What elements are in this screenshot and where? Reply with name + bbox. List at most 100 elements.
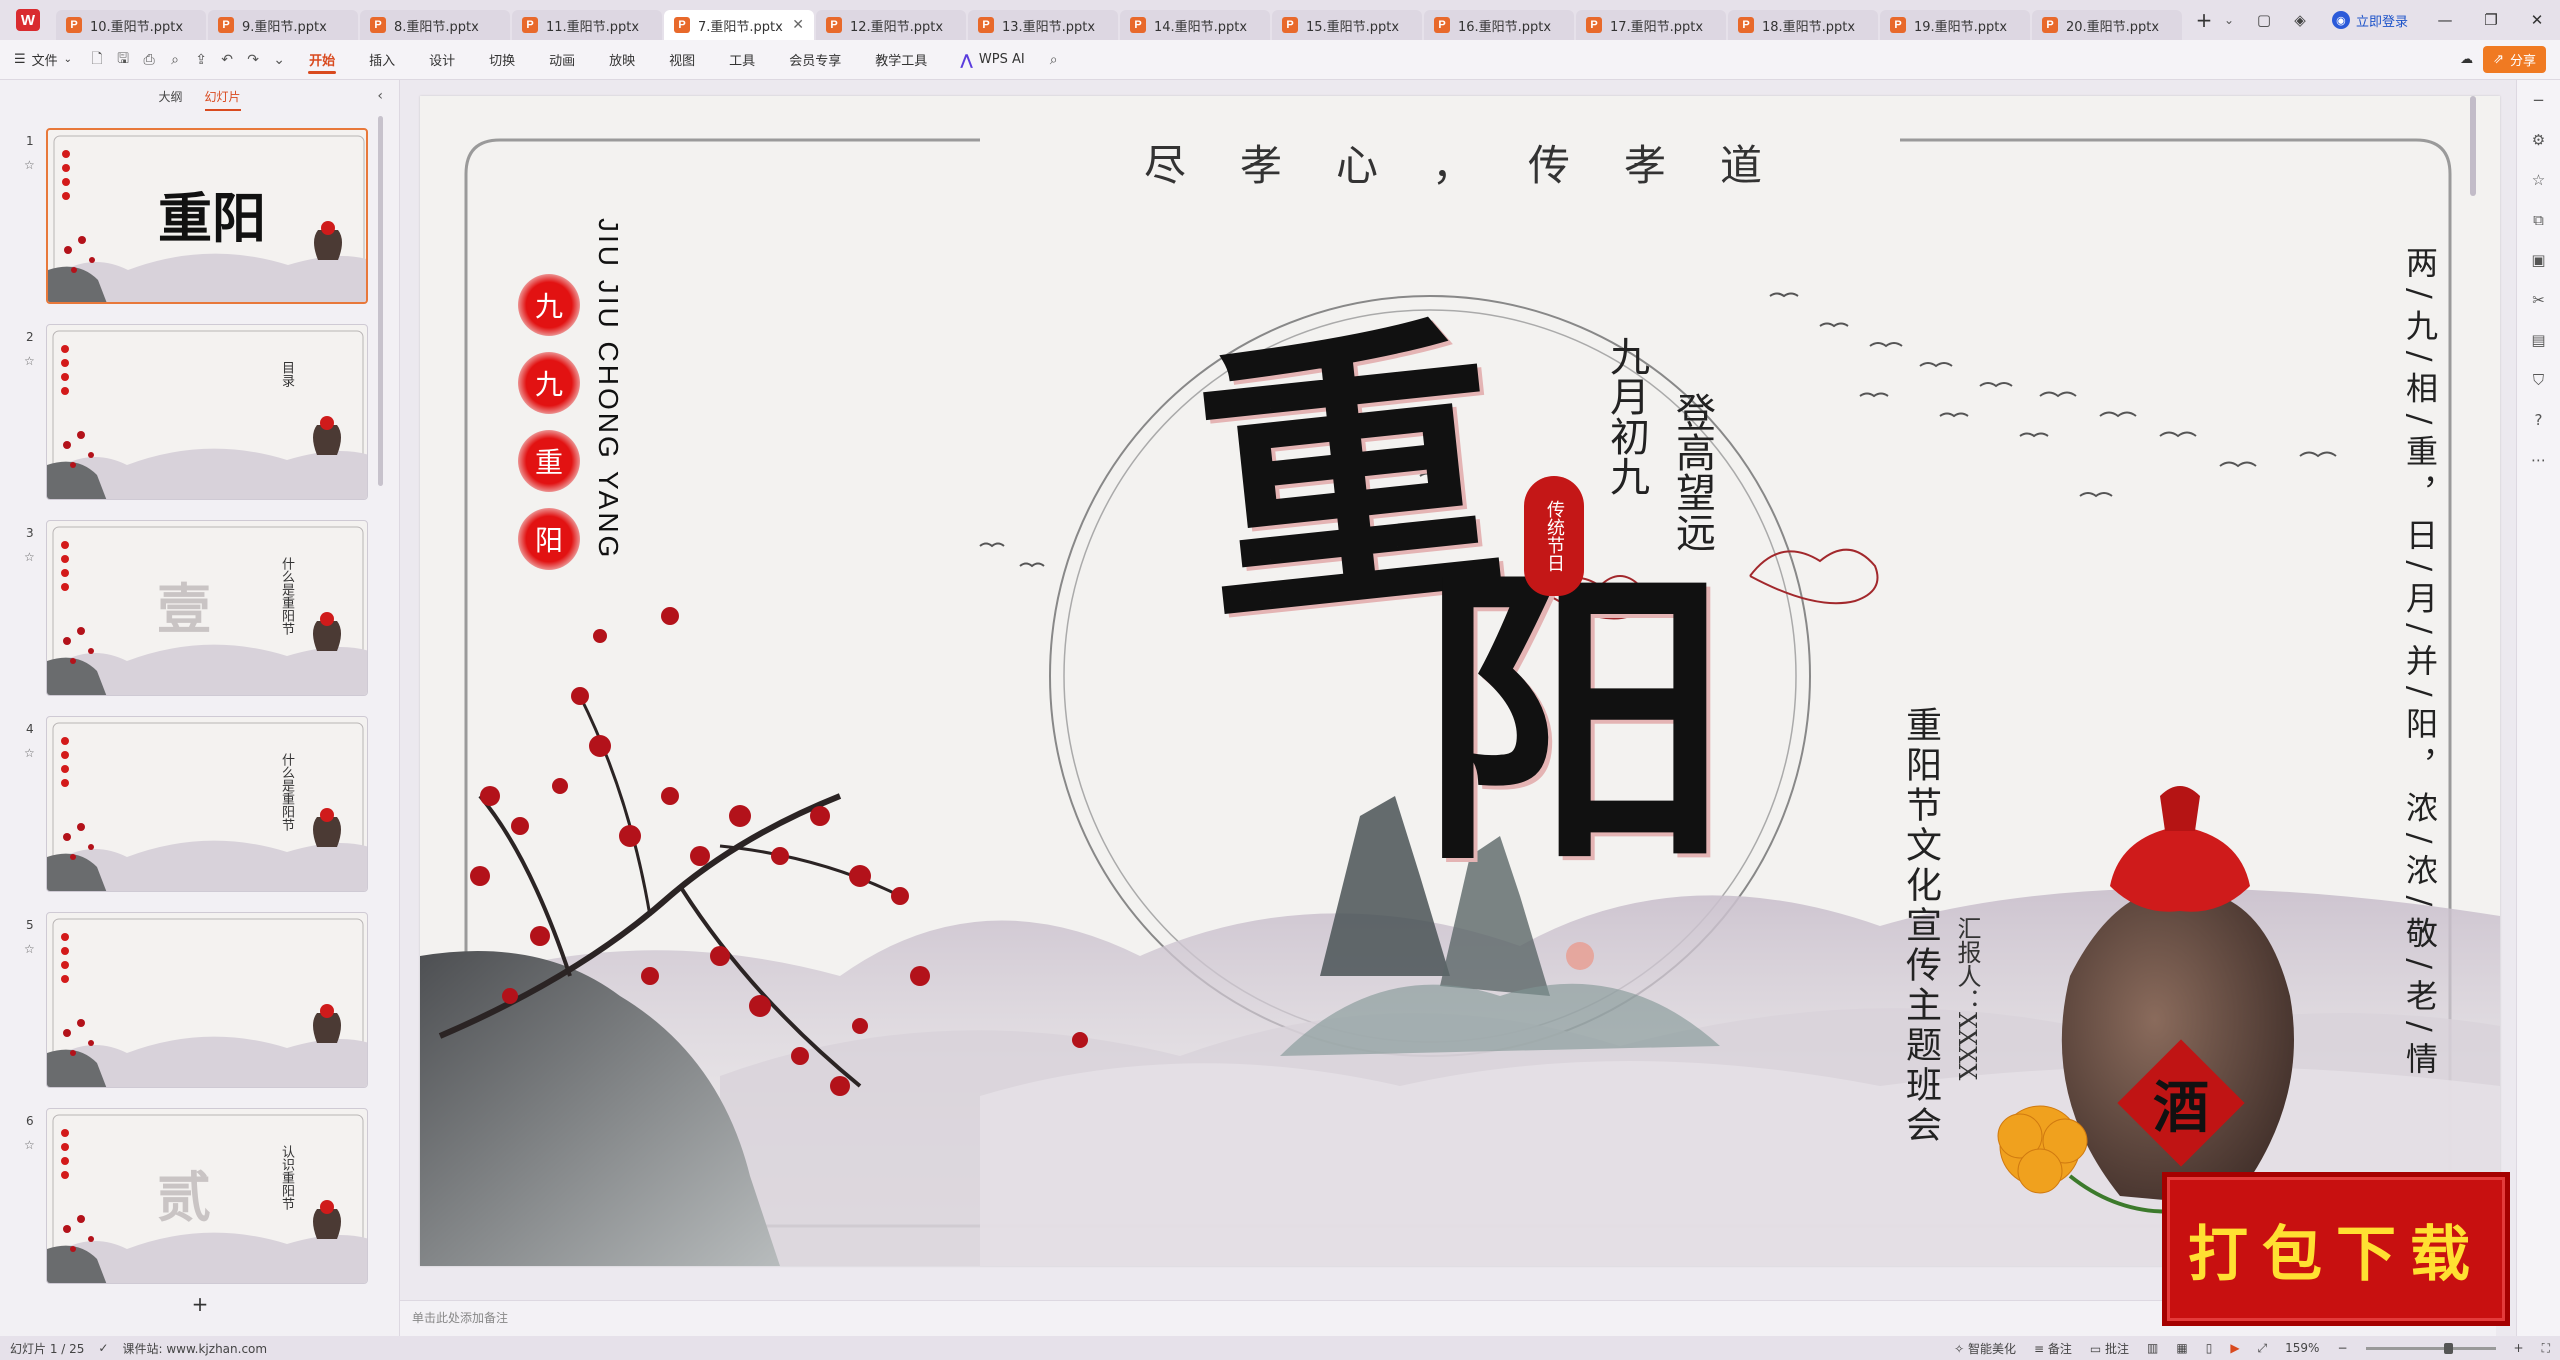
document-tab[interactable]: P 18.重阳节.pptx [1728,10,1878,40]
close-icon[interactable]: ✕ [2514,0,2560,40]
right-sidebar: − ⚙ ☆ ⧉ ▣ ✂ ▤ ⛉ ? ⋯ [2516,80,2560,1336]
slide-thumbnail[interactable]: 目录 [46,324,368,500]
wps-ai-button[interactable]: ⋀ WPS AI [944,51,1040,69]
ribbon-tab[interactable]: 教学工具 [858,40,944,80]
zoom-out-icon[interactable]: − [2337,1341,2347,1355]
zoom-slider[interactable] [2365,1342,2496,1354]
undo-icon[interactable]: ↶ [214,40,240,80]
document-tab[interactable]: P 7.重阳节.pptx ✕ [664,10,814,40]
document-tab[interactable]: P 13.重阳节.pptx [968,10,1118,40]
shield-icon[interactable]: ⛉ [2529,370,2549,390]
redo-icon[interactable]: ↷ [240,40,266,80]
poem-text: 两/九/相/重，日/月/并/阳，浓/浓/敬/老/情 [2401,246,2439,1084]
more-icon[interactable]: ⋯ [2529,450,2549,470]
fullscreen-icon[interactable]: ⛶ [2542,1341,2550,1356]
copy-icon[interactable]: ⧉ [2529,210,2549,230]
image-icon[interactable]: ▣ [2529,250,2549,270]
print-icon[interactable]: ⎙ [136,40,162,80]
ribbon-tab[interactable]: 设计 [412,40,472,80]
document-tab[interactable]: P 16.重阳节.pptx [1424,10,1574,40]
save-icon[interactable]: 🖫 [110,40,136,80]
slide-thumbnail[interactable]: 重阳 [46,128,368,304]
customize-icon[interactable]: ⌄ [266,40,292,80]
document-tab[interactable]: P 11.重阳节.pptx [512,10,662,40]
notes-label: 备注 [2047,1341,2072,1356]
share-button[interactable]: ⇗ 分享 [2483,46,2546,73]
collapse-panel-icon[interactable]: ‹ [377,88,383,104]
wps-ai-label: WPS AI [978,52,1025,67]
star-icon[interactable]: ☆ [24,1138,35,1152]
ribbon-tab[interactable]: 视图 [652,40,712,80]
wps-logo-icon[interactable]: W [0,0,56,40]
slide-thumbnail-row: 1 ☆ 重阳 [0,128,368,304]
tab-slides[interactable]: 幻灯片 [204,88,241,111]
zoom-level[interactable]: 159% [2285,1341,2319,1355]
document-tab[interactable]: P 20.重阳节.pptx [2032,10,2182,40]
window-layout-icon[interactable]: ▢ [2246,0,2282,40]
document-tab[interactable]: P 10.重阳节.pptx [56,10,206,40]
tab-dropdown-icon[interactable]: ⌄ [2224,13,2244,27]
reading-view-icon[interactable]: ▯ [2206,1341,2213,1355]
panel-scrollbar[interactable] [378,116,383,486]
new-tab-icon[interactable]: + [2184,0,2224,40]
document-tab[interactable]: P 12.重阳节.pptx [816,10,966,40]
slide-number: 2 [26,330,34,344]
slide-thumbnail[interactable]: 壹 什么是重阳节 [46,520,368,696]
document-tab[interactable]: P 19.重阳节.pptx [1880,10,2030,40]
login-button[interactable]: ◉ 立即登录 [2318,11,2422,30]
canvas-scrollbar[interactable] [2470,96,2476,196]
document-tab[interactable]: P 17.重阳节.pptx [1576,10,1726,40]
ribbon-tab[interactable]: 插入 [352,40,412,80]
thumbnail-big-text: 贰 [157,1165,211,1229]
slide-thumbnail[interactable]: 什么是重阳节 [46,716,368,892]
document-tab[interactable]: P 14.重阳节.pptx [1120,10,1270,40]
star-icon[interactable]: ☆ [24,354,35,368]
star-icon[interactable]: ☆ [24,550,35,564]
star-icon[interactable]: ☆ [24,942,35,956]
search-icon[interactable]: ⌕ [1041,40,1067,80]
export-icon[interactable]: ⇪ [188,40,214,80]
chevron-down-icon: ⌄ [63,54,73,65]
zoom-in-icon[interactable]: + [2514,1341,2524,1355]
adjust-icon[interactable]: ⚙ [2529,130,2549,150]
normal-view-icon[interactable]: ▥ [2147,1341,2158,1355]
minus-icon[interactable]: − [2529,90,2549,110]
cube-icon[interactable]: ◈ [2282,0,2318,40]
tools-icon[interactable]: ✂ [2529,290,2549,310]
document-icon[interactable]: ▤ [2529,330,2549,350]
document-tab[interactable]: P 8.重阳节.pptx [360,10,510,40]
add-slide-button[interactable]: + [0,1292,400,1316]
star-icon[interactable]: ☆ [24,158,35,172]
comments-button[interactable]: ▭ 批注 [2090,1340,2129,1357]
beautify-button[interactable]: ✧ 智能美化 [1954,1340,2016,1357]
help-icon[interactable]: ? [2529,410,2549,430]
ribbon-tab[interactable]: 工具 [712,40,772,80]
ribbon-tab[interactable]: 动画 [532,40,592,80]
file-menu[interactable]: ☰ 文件 ⌄ [0,50,84,69]
print-preview-icon[interactable]: ⌕ [162,40,188,80]
star-icon[interactable]: ☆ [24,746,35,760]
minimize-icon[interactable]: — [2422,0,2468,40]
ribbon-tab[interactable]: 放映 [592,40,652,80]
slide-thumbnail[interactable] [46,912,368,1088]
document-tab-label: 12.重阳节.pptx [850,19,944,35]
download-badge[interactable]: 打包下载 [2162,1172,2510,1326]
tab-outline[interactable]: 大纲 [158,88,182,105]
ribbon-tab[interactable]: 开始 [292,40,352,80]
star-icon[interactable]: ☆ [2529,170,2549,190]
slideshow-icon[interactable]: ▶ [2230,1341,2239,1355]
grid-view-icon[interactable]: ▦ [2176,1341,2187,1355]
fit-icon[interactable]: ⤢ [2258,1341,2268,1356]
document-tab[interactable]: P 15.重阳节.pptx [1272,10,1422,40]
ribbon-tab[interactable]: 会员专享 [772,40,858,80]
restore-icon[interactable]: ❐ [2468,0,2514,40]
new-file-icon[interactable]: 🗋 [84,40,110,80]
zoom-slider-knob[interactable] [2443,1342,2453,1354]
ribbon-tab[interactable]: 切换 [472,40,532,80]
document-tab[interactable]: P 9.重阳节.pptx [208,10,358,40]
slide[interactable]: 尽孝心，传孝道 九九重阳 JIU JIU CHONG YANG 重 阳 九月初九… [420,96,2500,1266]
notes-button[interactable]: ≡ 备注 [2034,1340,2072,1357]
slide-thumbnail[interactable]: 贰 认识重阳节 [46,1108,368,1284]
close-tab-icon[interactable]: ✕ [792,17,804,33]
cloud-icon[interactable]: ☁ [2460,52,2473,67]
